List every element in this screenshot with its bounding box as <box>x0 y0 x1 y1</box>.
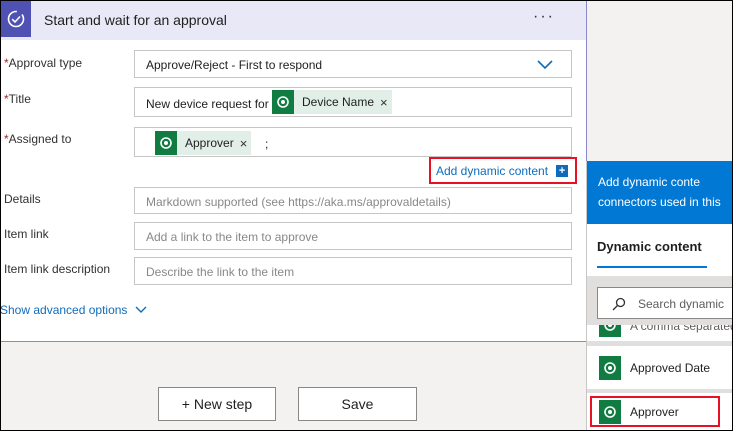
panel-header-line2: connectors used in this <box>598 195 721 209</box>
dataverse-icon <box>599 325 621 337</box>
dataverse-icon <box>155 131 177 155</box>
approval-type-value: Approve/Reject - First to respond <box>146 58 323 72</box>
approver-highlight-box <box>590 396 720 427</box>
details-placeholder: Markdown supported (see https://aka.ms/a… <box>146 195 451 209</box>
item-link-description-placeholder: Describe the link to the item <box>146 265 295 279</box>
device-name-token-label: Device Name <box>302 95 375 109</box>
more-options-button[interactable]: ··· <box>533 8 555 26</box>
device-name-token[interactable]: Device Name × <box>272 90 392 114</box>
tab-underline <box>597 266 707 268</box>
item-link-description-label: Item link description <box>4 262 111 276</box>
approver-token[interactable]: Approver × <box>155 131 252 155</box>
save-button[interactable]: Save <box>298 387 417 421</box>
close-icon[interactable]: × <box>380 95 388 110</box>
chevron-down-icon <box>537 60 553 70</box>
dataverse-icon <box>599 356 621 380</box>
card-header[interactable]: Start and wait for an approval ··· <box>0 0 586 40</box>
title-input[interactable]: New device request for Device Name × <box>134 87 572 117</box>
new-step-button[interactable]: + New step <box>158 387 276 421</box>
close-icon[interactable]: × <box>240 136 248 151</box>
list-item-partial[interactable]: A comma separated <box>587 325 733 341</box>
dataverse-icon <box>272 90 294 114</box>
assigned-to-separator: ; <box>265 137 269 151</box>
approval-type-label: *Approval type <box>4 56 83 70</box>
list-item-label: A comma separated <box>630 325 733 333</box>
item-link-input[interactable]: Add a link to the item to approve <box>134 222 572 250</box>
add-dynamic-content-label: Add dynamic content <box>436 163 549 178</box>
add-dynamic-content-button[interactable]: Add dynamic content + <box>429 157 577 184</box>
card-title: Start and wait for an approval <box>44 12 227 28</box>
search-icon <box>612 297 626 311</box>
panel-header: Add dynamic conte connectors used in thi… <box>587 161 733 224</box>
show-advanced-options-label: Show advanced options <box>0 303 128 317</box>
tab-dynamic-content[interactable]: Dynamic content <box>597 239 702 254</box>
approval-action-card: Start and wait for an approval ··· *Appr… <box>0 0 587 342</box>
approver-token-label: Approver <box>185 136 234 150</box>
list-item-approved-date[interactable]: Approved Date <box>587 346 733 389</box>
show-advanced-options-link[interactable]: Show advanced options <box>0 303 147 317</box>
approval-check-icon <box>0 0 31 37</box>
assigned-to-input[interactable]: Approver × ; <box>134 127 572 157</box>
search-input[interactable]: Search dynamic <box>597 287 733 319</box>
item-link-label: Item link <box>4 227 49 241</box>
item-link-description-input[interactable]: Describe the link to the item <box>134 257 572 285</box>
details-input[interactable]: Markdown supported (see https://aka.ms/a… <box>134 187 572 214</box>
approval-type-dropdown[interactable]: Approve/Reject - First to respond <box>134 50 572 78</box>
panel-header-line1: Add dynamic conte <box>598 175 701 189</box>
chevron-down-icon <box>135 306 147 313</box>
dynamic-content-panel: Add dynamic conte connectors used in thi… <box>586 161 733 431</box>
title-label: *Title <box>4 92 31 106</box>
list-item-label: Approved Date <box>630 361 711 375</box>
details-label: Details <box>4 192 41 206</box>
item-link-placeholder: Add a link to the item to approve <box>146 230 319 244</box>
search-placeholder: Search dynamic <box>638 297 725 311</box>
title-text: New device request for <box>146 97 269 111</box>
plus-icon: + <box>556 164 569 177</box>
assigned-to-label: *Assigned to <box>4 132 72 146</box>
